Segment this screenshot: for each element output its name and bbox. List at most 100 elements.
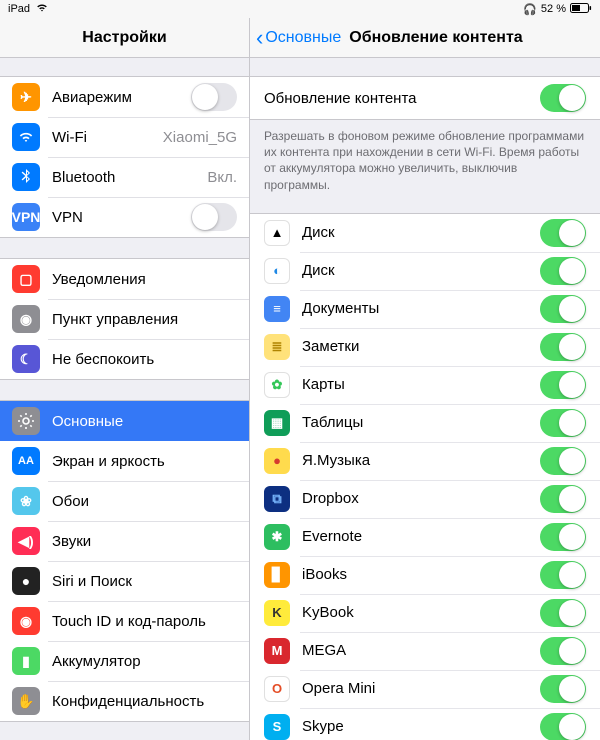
wallpaper-icon: ❀ xyxy=(12,487,40,515)
sidebar-item-label: Touch ID и код-пароль xyxy=(52,613,237,630)
app-row: ●Я.Музыка xyxy=(250,442,600,480)
sidebar-item-privacy[interactable]: ✋Конфиденциальность xyxy=(0,681,249,721)
app-icon: S xyxy=(264,714,290,740)
back-label: Основные xyxy=(265,29,341,47)
sidebar-item-bluetooth[interactable]: BluetoothВкл. xyxy=(0,157,249,197)
app-switch[interactable] xyxy=(540,333,586,361)
app-row: ≣Заметки xyxy=(250,328,600,366)
background-refresh-label: Обновление контента xyxy=(264,90,540,107)
app-label: Dropbox xyxy=(302,490,540,507)
sidebar-item-touchid[interactable]: ◉ Touch ID и код-пароль xyxy=(0,601,249,641)
vpn-switch[interactable] xyxy=(191,203,237,231)
sidebar-item-label: Не беспокоить xyxy=(52,351,237,368)
app-row: ▦Таблицы xyxy=(250,404,600,442)
chevron-left-icon: ‹ xyxy=(256,27,263,49)
app-row: ✱Evernote xyxy=(250,518,600,556)
sidebar-item-label: Пункт управления xyxy=(52,311,237,328)
gear-icon xyxy=(12,407,40,435)
sidebar-item-label: Уведомления xyxy=(52,271,237,288)
siri-icon: ● xyxy=(12,567,40,595)
app-switch[interactable] xyxy=(540,447,586,475)
app-switch[interactable] xyxy=(540,409,586,437)
app-label: Skype xyxy=(302,718,540,735)
dnd-icon: ☾ xyxy=(12,345,40,373)
detail-title: Обновление контента xyxy=(349,29,522,47)
sidebar-item-battery[interactable]: ▮ Аккумулятор xyxy=(0,641,249,681)
sidebar-item-wallpaper[interactable]: ❀Обои xyxy=(0,481,249,521)
app-icon: ⧉ xyxy=(264,486,290,512)
app-label: KyBook xyxy=(302,604,540,621)
app-row: ✿ Карты xyxy=(250,366,600,404)
wifi-icon xyxy=(12,123,40,151)
app-label: Evernote xyxy=(302,528,540,545)
app-switch[interactable] xyxy=(540,219,586,247)
airplane-switch[interactable] xyxy=(191,83,237,111)
touchid-icon: ◉ xyxy=(12,607,40,635)
bluetooth-icon xyxy=(12,163,40,191)
app-switch[interactable] xyxy=(540,485,586,513)
sidebar-nav: Настройки xyxy=(0,18,249,58)
sidebar-item-airplane[interactable]: ✈ Авиарежим xyxy=(0,77,249,117)
sidebar-item-label: Экран и яркость xyxy=(52,453,237,470)
sidebar-item-vpn[interactable]: VPNVPN xyxy=(0,197,249,237)
background-refresh-row: Обновление контента xyxy=(250,77,600,119)
app-label: Карты xyxy=(302,376,540,393)
app-switch[interactable] xyxy=(540,523,586,551)
app-switch[interactable] xyxy=(540,257,586,285)
sidebar-item-general[interactable]: Основные xyxy=(0,401,249,441)
app-label: Диск xyxy=(302,224,540,241)
app-label: Диск xyxy=(302,262,540,279)
app-icon: ▲ xyxy=(264,220,290,246)
detail-pane: ‹ Основные Обновление контента Обновлени… xyxy=(250,18,600,740)
app-icon: O xyxy=(264,676,290,702)
sidebar-scroll[interactable]: ✈АвиарежимWi-FiXiaomi_5GBluetoothВкл.VPN… xyxy=(0,58,249,740)
notifications-icon: ▢ xyxy=(12,265,40,293)
app-row: S Skype xyxy=(250,708,600,740)
battery-percentage: 52 % xyxy=(541,3,566,15)
sidebar-item-sounds[interactable]: ◀)Звуки xyxy=(0,521,249,561)
detail-scroll[interactable]: Обновление контентаРазрешать в фоновом р… xyxy=(250,58,600,740)
device-label: iPad xyxy=(8,3,30,15)
vpn-icon: VPN xyxy=(12,203,40,231)
app-icon: ▊ xyxy=(264,562,290,588)
app-switch[interactable] xyxy=(540,599,586,627)
detail-nav: ‹ Основные Обновление контента xyxy=(250,18,600,58)
app-row: ▲ Диск xyxy=(250,214,600,252)
display-icon: AA xyxy=(12,447,40,475)
battery-icon xyxy=(570,3,592,16)
app-switch[interactable] xyxy=(540,295,586,323)
sidebar-item-label: Siri и Поиск xyxy=(52,573,237,590)
sidebar-item-notifications[interactable]: ▢ Уведомления xyxy=(0,259,249,299)
app-icon: ≣ xyxy=(264,334,290,360)
app-label: iBooks xyxy=(302,566,540,583)
sidebar-item-label: Bluetooth xyxy=(52,169,201,186)
background-refresh-switch[interactable] xyxy=(540,84,586,112)
app-switch[interactable] xyxy=(540,561,586,589)
sidebar-item-siri[interactable]: ● Siri и Поиск xyxy=(0,561,249,601)
battery-icon: ▮ xyxy=(12,647,40,675)
app-row: KKyBook xyxy=(250,594,600,632)
app-switch[interactable] xyxy=(540,637,586,665)
back-button[interactable]: ‹ Основные xyxy=(250,27,341,49)
headphone-icon: 🎧 xyxy=(523,3,537,16)
sidebar-item-label: Аккумулятор xyxy=(52,653,237,670)
sidebar-item-controlcenter[interactable]: ◉ Пункт управления xyxy=(0,299,249,339)
sidebar-item-dnd[interactable]: ☾ Не беспокоить xyxy=(0,339,249,379)
sidebar-item-label: Авиарежим xyxy=(52,89,191,106)
app-switch[interactable] xyxy=(540,675,586,703)
sidebar-item-display[interactable]: AA Экран и яркость xyxy=(0,441,249,481)
app-icon: ≡ xyxy=(264,296,290,322)
sidebar-item-wifi[interactable]: Wi-FiXiaomi_5G xyxy=(0,117,249,157)
app-label: Таблицы xyxy=(302,414,540,431)
wifi-status-icon xyxy=(36,3,48,15)
app-switch[interactable] xyxy=(540,713,586,740)
app-label: MEGA xyxy=(302,642,540,659)
app-label: Документы xyxy=(302,300,540,317)
control-center-icon: ◉ xyxy=(12,305,40,333)
sidebar-item-value: Xiaomi_5G xyxy=(163,129,237,146)
app-label: Я.Музыка xyxy=(302,452,540,469)
app-icon: ✿ xyxy=(264,372,290,398)
airplane-icon: ✈ xyxy=(12,83,40,111)
app-row: ≡ Документы xyxy=(250,290,600,328)
app-switch[interactable] xyxy=(540,371,586,399)
